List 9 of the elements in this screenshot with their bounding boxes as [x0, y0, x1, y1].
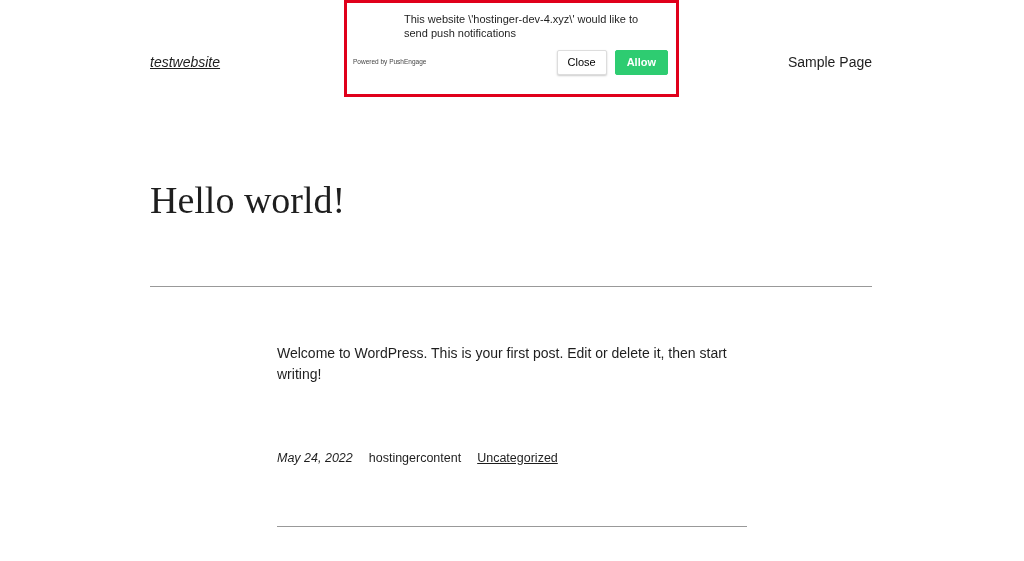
post-body-text: Welcome to WordPress. This is your first post. Edit or delete it, then start writing!	[277, 343, 728, 384]
popup-message: This website \'hostinger-dev-4.xyz\' would like to send push notifications	[404, 12, 640, 40]
category-link[interactable]: Uncategorized	[477, 448, 558, 468]
post-author: hostingercontent	[368, 449, 462, 467]
close-button[interactable]: Close	[556, 50, 607, 75]
post-date: May 24, 2022	[277, 449, 353, 467]
nav-link[interactable]: Sample Page	[787, 51, 872, 73]
site-title-link[interactable]: testwebsite	[150, 51, 221, 73]
post-title: Hello world!	[150, 180, 347, 222]
